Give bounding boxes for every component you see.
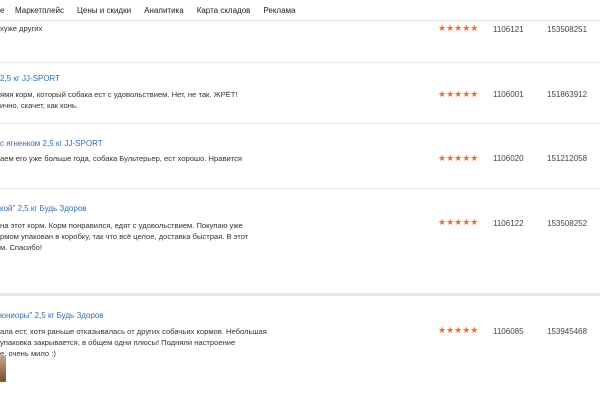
product-id: 153945468	[547, 327, 588, 336]
review-text: е, очень мило :)	[0, 349, 56, 358]
review-text: упаковка закрывается, в общем одни плюсы…	[0, 338, 236, 347]
product-link[interactable]: с ягненком 2,5 кг JJ-SPORT	[0, 139, 103, 148]
review-row: кой" 2,5 кг Будь Здоров на этот корм. Ко…	[0, 189, 600, 293]
nav-item-prices[interactable]: Цены и скидки	[77, 6, 131, 15]
review-text: хуже других	[0, 24, 43, 33]
product-id: 151212058	[547, 154, 588, 163]
product-link[interactable]: юниоры" 2,5 кг Будь Здоров	[0, 311, 104, 320]
product-id: 153508252	[547, 219, 588, 228]
review-text: на этот корм. Корм понравился, едят с уд…	[0, 221, 243, 230]
product-link[interactable]: кой" 2,5 кг Будь Здоров	[0, 204, 87, 213]
review-text: м. Спасибо!	[0, 243, 42, 252]
review-text: ично, скачет, как конь.	[0, 101, 78, 110]
top-navigation: е Маркетплейс Цены и скидки Аналитика Ка…	[0, 0, 600, 21]
review-id: 1106085	[493, 327, 524, 336]
review-text: рмом упакован в коробку, так что всё цел…	[0, 232, 249, 241]
review-row: юниоры" 2,5 кг Будь Здоров ала ест, хотя…	[0, 296, 600, 400]
nav-item-advertising[interactable]: Реклама	[263, 6, 295, 15]
review-id: 1106001	[493, 90, 524, 99]
review-id: 1106020	[493, 154, 524, 163]
review-row: 2,5 кг JJ-SPORT ямя корм, который собака…	[0, 63, 600, 123]
nav-item-analytics[interactable]: Аналитика	[144, 6, 184, 15]
review-row: с ягненком 2,5 кг JJ-SPORT аем его уже б…	[0, 124, 600, 188]
nav-item-partial[interactable]: е	[0, 6, 7, 15]
rating-stars: ★★★★★	[438, 217, 479, 227]
product-id: 151863912	[547, 90, 588, 99]
rating-stars: ★★★★★	[438, 325, 479, 335]
product-link[interactable]: 2,5 кг JJ-SPORT	[0, 74, 60, 83]
review-id: 1106121	[493, 25, 524, 34]
rating-stars: ★★★★★	[438, 153, 479, 163]
rating-stars: ★★★★★	[438, 89, 479, 99]
product-thumbnail[interactable]	[0, 356, 6, 382]
review-text: ала ест, хотя раньше отказывалась от дру…	[0, 327, 267, 336]
review-row: хуже других ★★★★★ 1106121 153508251	[0, 21, 600, 62]
nav-item-marketplace[interactable]: Маркетплейс	[15, 6, 64, 15]
review-text: аем его уже больше года, собака Бультерь…	[0, 154, 243, 163]
review-text: ямя корм, который собака ест с удовольст…	[0, 90, 238, 99]
rating-stars: ★★★★★	[438, 23, 479, 33]
nav-item-warehouse-map[interactable]: Карта складов	[197, 6, 251, 15]
product-id: 153508251	[547, 25, 588, 34]
review-id: 1106122	[493, 219, 524, 228]
